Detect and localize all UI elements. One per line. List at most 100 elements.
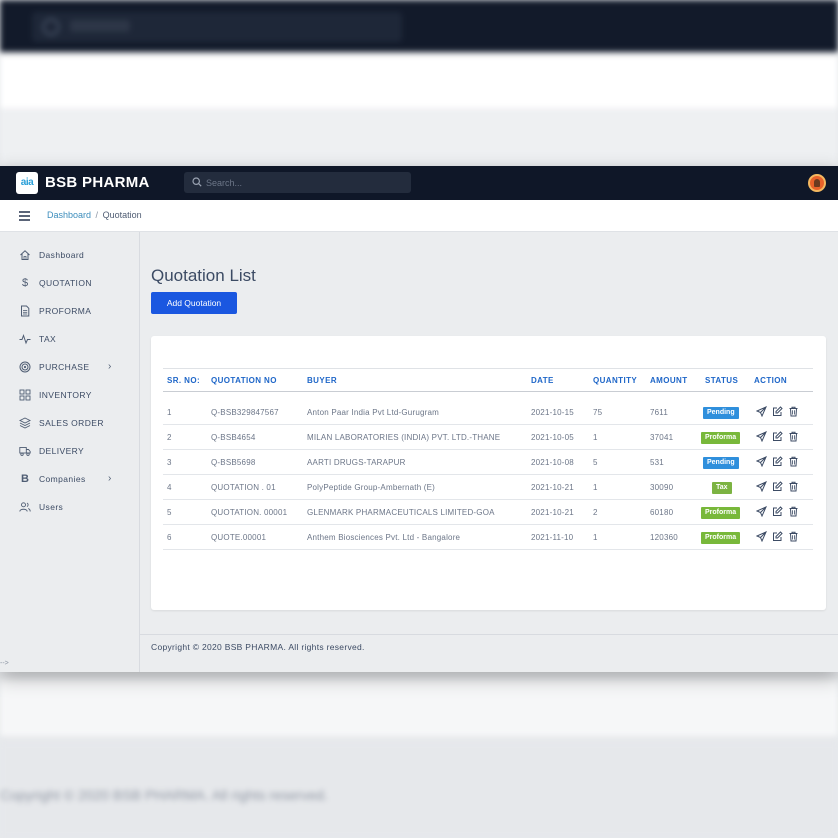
- trash-icon[interactable]: [788, 431, 799, 442]
- table-row: 2 Q-BSB4654 MILAN LABORATORIES (INDIA) PVT…: [163, 425, 813, 450]
- pulse-icon: [19, 334, 31, 345]
- cell-sr-no: 3: [167, 458, 172, 467]
- cell-quantity: 1: [593, 433, 598, 442]
- users-icon: [19, 502, 31, 512]
- cell-sr-no: 6: [167, 533, 172, 542]
- cell-quantity: 1: [593, 483, 598, 492]
- sidebar-item-quotation[interactable]: $ QUOTATION: [0, 274, 140, 294]
- status-badge: Tax: [712, 482, 732, 494]
- sidebar-item-label: PROFORMA: [39, 306, 92, 316]
- cell-date: 2021-10-21: [531, 508, 574, 517]
- cell-buyer: Anthem Biosciences Pvt. Ltd - Bangalore: [307, 533, 461, 542]
- trash-icon[interactable]: [788, 456, 799, 467]
- edit-icon[interactable]: [772, 406, 783, 417]
- document-icon: [21, 305, 30, 317]
- sidebar-item-users[interactable]: Users: [0, 498, 140, 518]
- sidebar-item-label: TAX: [39, 334, 57, 344]
- edit-icon[interactable]: [772, 531, 783, 542]
- edit-icon[interactable]: [772, 481, 783, 492]
- sidebar-item-tax[interactable]: TAX: [0, 330, 140, 350]
- background-search-text: [70, 20, 130, 32]
- target-icon: [19, 361, 31, 373]
- cell-date: 2021-10-21: [531, 483, 574, 492]
- send-icon[interactable]: [756, 506, 767, 517]
- quotation-table-card: SR. NO: QUOTATION NO BUYER DATE QUANTITY…: [151, 336, 826, 610]
- cell-buyer: GLENMARK PHARMACEUTICALS LIMITED-GOA: [307, 508, 495, 517]
- avatar-figure: [814, 179, 820, 187]
- background-subheader: [0, 56, 838, 108]
- chevron-right-icon: ›: [108, 473, 112, 484]
- subheader: Dashboard / Quotation: [0, 200, 838, 232]
- sidebar-item-dashboard[interactable]: Dashboard: [0, 246, 140, 266]
- edit-icon[interactable]: [772, 456, 783, 467]
- breadcrumb: Dashboard / Quotation: [47, 210, 142, 220]
- cell-sr-no: 1: [167, 408, 172, 417]
- trash-icon[interactable]: [788, 406, 799, 417]
- footer: Copyright © 2020 BSB PHARMA. All rights …: [140, 634, 838, 672]
- avatar[interactable]: [808, 174, 826, 192]
- send-icon[interactable]: [756, 406, 767, 417]
- send-icon[interactable]: [756, 531, 767, 542]
- send-icon[interactable]: [756, 431, 767, 442]
- cell-amount: 37041: [650, 433, 674, 442]
- search-box: [184, 172, 411, 193]
- sidebar-item-purchase[interactable]: PURCHASE ›: [0, 358, 140, 378]
- sidebar-item-label: QUOTATION: [39, 278, 92, 288]
- cell-buyer: MILAN LABORATORIES (INDIA) PVT. LTD.-THA…: [307, 433, 501, 442]
- menu-toggle-icon[interactable]: [19, 211, 30, 221]
- cell-date: 2021-10-05: [531, 433, 574, 442]
- cell-quotation-no: QUOTE.00001: [211, 533, 267, 542]
- status-badge: Proforma: [701, 532, 741, 544]
- background-search-icon: [42, 18, 60, 36]
- sidebar-item-label: Companies: [39, 474, 86, 484]
- edit-icon[interactable]: [772, 431, 783, 442]
- edit-icon[interactable]: [772, 506, 783, 517]
- page-title: Quotation List: [151, 266, 256, 285]
- truck-icon: [19, 447, 31, 456]
- column-header-amount: AMOUNT: [650, 376, 688, 385]
- trash-icon[interactable]: [788, 531, 799, 542]
- cell-amount: 120360: [650, 533, 678, 542]
- sidebar-item-delivery[interactable]: DELIVERY: [0, 442, 140, 462]
- cell-quotation-no: Q-BSB329847567: [211, 408, 279, 417]
- breadcrumb-dashboard[interactable]: Dashboard: [47, 210, 91, 220]
- status-badge: Pending: [703, 407, 739, 419]
- cell-buyer: PolyPeptide Group-Ambernath (E): [307, 483, 436, 492]
- column-header-buyer: BUYER: [307, 376, 338, 385]
- status-badge: Pending: [703, 457, 739, 469]
- column-header-sr-no: SR. NO:: [167, 376, 201, 385]
- sidebar-item-companies[interactable]: B Companies ›: [0, 470, 140, 490]
- cell-amount: 531: [650, 458, 664, 467]
- search-icon: [192, 177, 202, 187]
- cell-quantity: 75: [593, 408, 603, 417]
- cell-amount: 60180: [650, 508, 674, 517]
- bold-b-icon: B: [21, 473, 29, 485]
- sidebar: Dashboard $ QUOTATION PROFORMA TAX PURCH…: [0, 232, 140, 672]
- column-header-quotation-no: QUOTATION NO: [211, 376, 277, 385]
- logo[interactable]: aia: [16, 172, 38, 194]
- sidebar-item-proforma[interactable]: PROFORMA: [0, 302, 140, 322]
- trash-icon[interactable]: [788, 481, 799, 492]
- layers-icon: [19, 417, 31, 429]
- breadcrumb-current: Quotation: [102, 210, 142, 220]
- cell-sr-no: 2: [167, 433, 172, 442]
- sidebar-item-sales-order[interactable]: SALES ORDER: [0, 414, 140, 434]
- trash-icon[interactable]: [788, 506, 799, 517]
- sidebar-item-label: Dashboard: [39, 250, 85, 260]
- column-header-action: ACTION: [754, 376, 788, 385]
- corner-mark: -->: [0, 660, 9, 667]
- background-band: [0, 680, 838, 736]
- column-header-date: DATE: [531, 376, 554, 385]
- app-window: aia BSB PHARMA Dashboard / Quotation Das…: [0, 166, 838, 672]
- brand-name[interactable]: BSB PHARMA: [45, 174, 150, 191]
- chevron-right-icon: ›: [108, 361, 112, 372]
- add-quotation-button[interactable]: Add Quotation: [151, 292, 237, 314]
- search-input[interactable]: [206, 174, 406, 191]
- column-header-status: STATUS: [705, 376, 739, 385]
- cell-date: 2021-10-08: [531, 458, 574, 467]
- table-row: 1 Q-BSB329847567 Anton Paar India Pvt Ltd-…: [163, 400, 813, 425]
- sidebar-item-inventory[interactable]: INVENTORY: [0, 386, 140, 406]
- send-icon[interactable]: [756, 481, 767, 492]
- send-icon[interactable]: [756, 456, 767, 467]
- table-row: 6 QUOTE.00001 Anthem Biosciences Pvt. Ltd …: [163, 525, 813, 550]
